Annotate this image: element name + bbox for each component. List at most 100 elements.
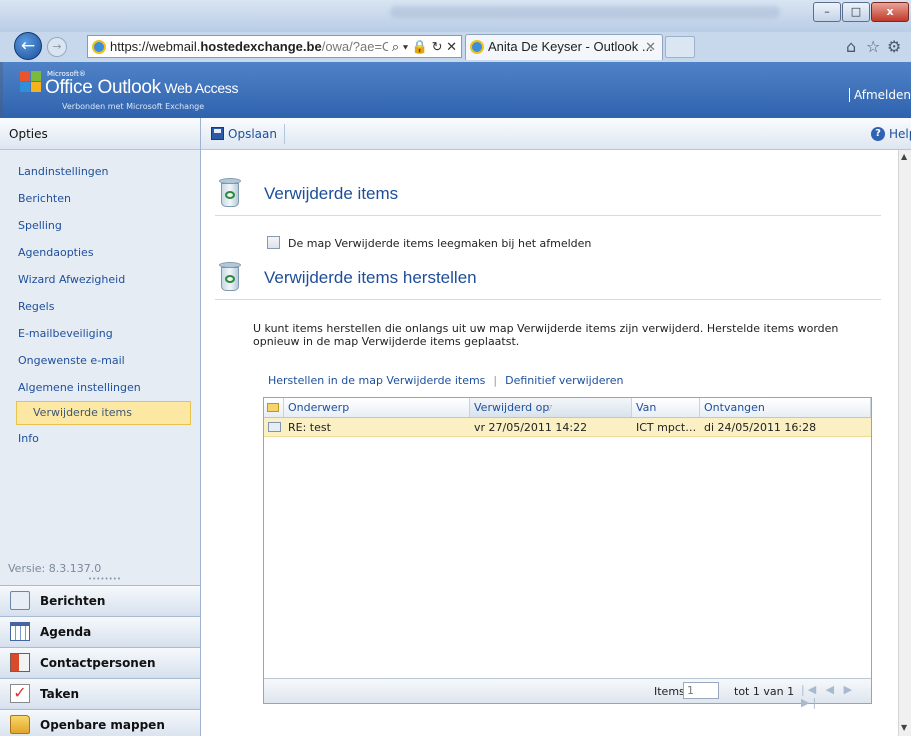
sort-down-icon: ▽ [546, 403, 553, 412]
module-berichten[interactable]: Berichten [0, 585, 200, 616]
splitter-grip[interactable]: •••••••• [88, 575, 121, 583]
row-subject: RE: test [288, 421, 331, 434]
module-label: Berichten [40, 594, 106, 608]
options-list: Landinstellingen Berichten Spelling Agen… [0, 150, 200, 452]
grid-header: Onderwerp Verwijderd op ▽ Van Ontvangen [264, 398, 871, 418]
restore-link[interactable]: Herstellen in de map Verwijderde items [268, 374, 485, 387]
browser-tab[interactable]: Anita De Keyser - Outlook ... ✕ [465, 34, 663, 60]
recycle-bin-icon [217, 262, 243, 292]
sidebar-item-info[interactable]: Info [0, 425, 200, 452]
section-deleted-items: Verwijderde items [215, 178, 881, 216]
save-label: Opslaan [228, 127, 277, 141]
vertical-scrollbar[interactable]: ▲ ▼ [898, 150, 911, 736]
items-label: Items [654, 685, 685, 698]
tab-title: Anita De Keyser - Outlook ... [488, 39, 653, 54]
owa-product-title: Office Outlook Web Access [45, 77, 239, 99]
section-restore-items: Verwijderde items herstellen [215, 262, 881, 300]
ie-logo-icon [92, 40, 106, 54]
module-label: Taken [40, 687, 80, 701]
sidebar-item-berichten[interactable]: Berichten [0, 185, 200, 212]
browser-navbar: ← → https://webmail.hostedexchange.be/ow… [0, 32, 911, 62]
empty-on-logoff-checkbox[interactable] [267, 236, 280, 249]
module-agenda[interactable]: Agenda [0, 616, 200, 647]
sidebar-item-agendaopties[interactable]: Agendaopties [0, 239, 200, 266]
back-arrow-icon[interactable]: ← [14, 32, 42, 60]
sidebar-item-ongewenste-email[interactable]: Ongewenste e-mail [0, 347, 200, 374]
help-button[interactable]: ? Help [871, 124, 911, 144]
module-label: Agenda [40, 625, 92, 639]
url-path: /owa/?ae=O [321, 39, 393, 54]
minimize-button[interactable]: – [813, 2, 841, 22]
restore-info-text: U kunt items herstellen die onlangs uit … [253, 322, 839, 348]
close-window-button[interactable]: x [871, 2, 909, 22]
sidebar-item-algemene-instellingen[interactable]: Algemene instellingen [0, 374, 200, 401]
row-from: ICT mpcter… [636, 421, 700, 434]
restore-actions: Herstellen in de map Verwijderde items | D… [268, 374, 624, 387]
help-icon: ? [871, 127, 885, 141]
column-header-from[interactable]: Van [632, 398, 700, 417]
module-openbare-mappen[interactable]: Openbare mappen [0, 709, 200, 736]
page-range: tot 1 van 1 [734, 685, 795, 698]
calendar-icon [10, 622, 30, 641]
window-title-blurred [390, 6, 780, 18]
owa-subtitle: Verbonden met Microsoft Exchange [62, 102, 205, 111]
ie-logo-icon [470, 40, 484, 54]
recycle-bin-icon [217, 178, 243, 208]
column-header-label: Verwijderd op [474, 401, 550, 414]
contacts-icon [10, 653, 30, 672]
save-button[interactable]: Opslaan [211, 124, 285, 144]
items-per-page-input[interactable]: 1 [683, 682, 719, 699]
sidebar-item-regels[interactable]: Regels [0, 293, 200, 320]
row-received-date: di 24/05/2011 16:28 [704, 421, 817, 434]
maximize-button[interactable]: □ [842, 2, 870, 22]
owa-title-main: Office Outlook [45, 77, 161, 98]
table-row[interactable]: RE: test vr 27/05/2011 14:22 ICT mpcter…… [264, 418, 871, 437]
purge-link[interactable]: Definitief verwijderen [505, 374, 623, 387]
favorites-star-icon[interactable]: ☆ [866, 37, 880, 56]
owa-title-web: Web Access [160, 80, 239, 96]
column-header-subject[interactable]: Onderwerp [284, 398, 470, 417]
tasks-icon: ✓ [10, 684, 30, 703]
mail-icon [10, 591, 30, 610]
sidebar-item-landinstellingen[interactable]: Landinstellingen [0, 158, 200, 185]
column-header-deleted[interactable]: Verwijderd op ▽ [470, 398, 632, 417]
floppy-disk-icon [211, 127, 224, 140]
tab-close-icon[interactable]: ✕ [645, 35, 656, 59]
owa-header: Microsoft® Office Outlook Web Access Ver… [0, 62, 911, 118]
pager-arrows-icon[interactable]: |◀ ◀ ▶ ▶| [801, 683, 871, 709]
office-logo-icon [20, 71, 42, 93]
action-separator: | [493, 374, 498, 387]
module-label: Openbare mappen [40, 718, 165, 732]
version-label: Versie: 8.3.137.0 [8, 562, 102, 575]
address-controls[interactable]: ⌕ ▾ 🔒 ↻ ✕ [387, 36, 457, 57]
help-label: Help [889, 127, 911, 141]
options-sidebar: Opties Landinstellingen Berichten Spelli… [0, 118, 201, 736]
sidebar-header: Opties [0, 118, 200, 150]
url-host: https://webmail. [110, 39, 201, 54]
gear-icon[interactable]: ⚙ [887, 37, 901, 56]
module-contactpersonen[interactable]: Contactpersonen [0, 647, 200, 678]
home-icon[interactable]: ⌂ [846, 37, 856, 56]
column-icon-header[interactable] [264, 398, 284, 417]
address-bar[interactable]: https://webmail.hostedexchange.be/owa/?a… [87, 35, 462, 58]
forward-arrow-icon[interactable]: → [47, 37, 67, 57]
signout-link[interactable]: Afmelden [848, 88, 911, 102]
sidebar-item-emailbeveiliging[interactable]: E-mailbeveiliging [0, 320, 200, 347]
column-header-received[interactable]: Ontvangen [700, 398, 871, 417]
new-tab-button[interactable] [665, 36, 695, 58]
module-taken[interactable]: ✓ Taken [0, 678, 200, 709]
envelope-icon [267, 403, 279, 412]
scroll-down-icon[interactable]: ▼ [901, 723, 907, 732]
message-open-icon [268, 422, 281, 432]
checkbox-label: De map Verwijderde items leegmaken bij h… [288, 237, 592, 250]
sidebar-item-spelling[interactable]: Spelling [0, 212, 200, 239]
sidebar-item-verwijderde-items[interactable]: Verwijderde items [16, 401, 191, 425]
deleted-items-grid: Onderwerp Verwijderd op ▽ Van Ontvangen … [263, 397, 872, 709]
grid-footer: Items 1 tot 1 van 1 |◀ ◀ ▶ ▶| [264, 678, 871, 709]
row-deleted-date: vr 27/05/2011 14:22 [474, 421, 588, 434]
options-content: Verwijderde items De map Verwijderde ite… [201, 150, 898, 736]
options-toolbar: Opslaan ? Help [201, 118, 911, 150]
sidebar-item-wizard-afwezigheid[interactable]: Wizard Afwezigheid [0, 266, 200, 293]
module-buttons: Berichten Agenda Contactpersonen ✓ Taken… [0, 585, 200, 736]
scroll-up-icon[interactable]: ▲ [901, 152, 907, 161]
